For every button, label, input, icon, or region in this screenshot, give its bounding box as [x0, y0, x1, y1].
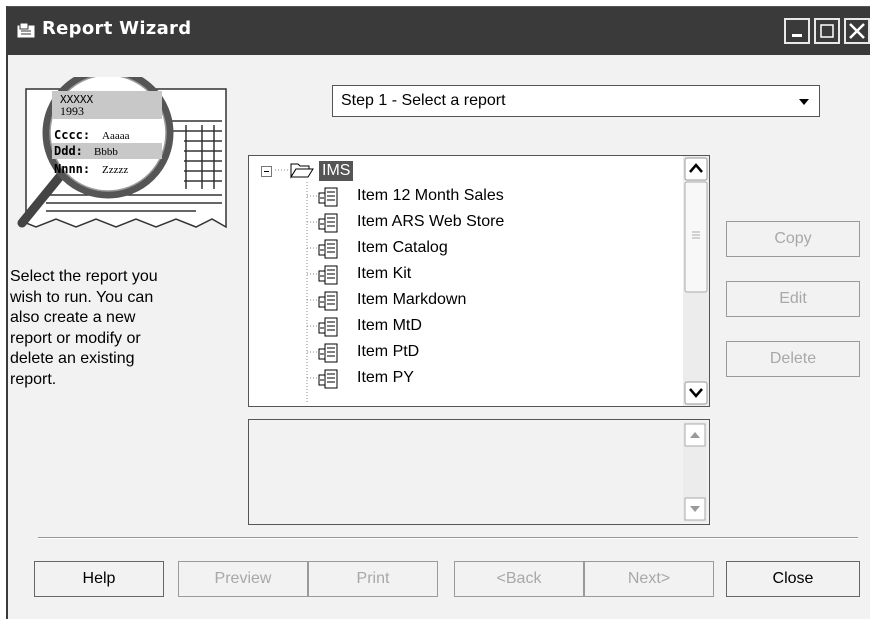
illus-row1-val: Aaaaa: [102, 130, 130, 142]
notes-scroll-up-icon: [684, 423, 706, 447]
next-button[interactable]: Next>: [584, 561, 714, 597]
edit-button[interactable]: Edit: [726, 281, 860, 317]
notes-scroll-down-icon: [684, 497, 706, 521]
scroll-down-arrow-icon: [684, 381, 708, 405]
tree-vertical-scrollbar[interactable]: [683, 156, 709, 406]
window-title: Report Wizard: [42, 18, 192, 39]
report-document-icon: [311, 368, 341, 395]
report-document-icon: [311, 186, 341, 213]
open-folder-icon: [289, 160, 315, 185]
report-document-icon: [311, 212, 341, 239]
minimize-button[interactable]: [784, 18, 810, 44]
description-line: wish to run. You can: [10, 288, 154, 306]
report-document-icon: [311, 290, 341, 317]
tree-item[interactable]: Item MtD: [301, 314, 681, 340]
description-line: delete an existing: [10, 350, 135, 367]
report-wizard-icon: [16, 21, 36, 44]
step-select-value: Step 1 - Select a report: [341, 92, 506, 109]
notes-scrollbar[interactable]: [683, 422, 707, 522]
illus-row2-val: Bbbb: [94, 146, 118, 158]
tree-item[interactable]: Item Catalog: [301, 236, 681, 262]
report-description-box[interactable]: [248, 419, 710, 525]
button-separator: [38, 537, 858, 539]
illus-row3-val: Zzzzz: [102, 164, 128, 176]
close-button[interactable]: Close: [726, 561, 860, 597]
description-line: report.: [10, 370, 57, 388]
tree-item-label: Item Catalog: [357, 239, 448, 256]
report-magnifier-illustration: XXXXX 1993 Cccc: Aaaaa Ddd: Bbbb Nnnn: Z…: [16, 67, 236, 252]
illus-line2: 1993: [60, 104, 84, 118]
chevron-down-icon[interactable]: [791, 88, 817, 114]
report-document-icon: [311, 342, 341, 369]
close-window-button[interactable]: [844, 18, 870, 44]
delete-button[interactable]: Delete: [726, 341, 860, 377]
collapse-minus-icon[interactable]: [261, 164, 272, 182]
wizard-description: Select the report you wish to run. You c…: [10, 267, 210, 390]
report-document-icon: [311, 316, 341, 343]
tree-item-label: Item 12 Month Sales: [357, 187, 504, 204]
preview-button[interactable]: Preview: [178, 561, 308, 597]
report-tree[interactable]: IMS 5 Item 12 Month Sales Item ARS Web S…: [248, 155, 710, 407]
tree-item[interactable]: Item ARS Web Store: [301, 210, 681, 236]
tree-item-label: Item PY: [357, 369, 414, 386]
report-document-icon: [311, 264, 341, 291]
step-select-dropdown[interactable]: Step 1 - Select a report: [332, 85, 820, 117]
scroll-thumb: [684, 181, 708, 293]
tree-item-label: Item ARS Web Store: [357, 213, 505, 230]
tree-item[interactable]: Item 12 Month Sales: [301, 184, 681, 210]
tree-item-label: Item PtD: [357, 343, 420, 360]
illus-row1-key: Cccc:: [54, 128, 90, 142]
report-wizard-window: Report Wizard XXXXX 1993 Cccc: Aaaaa Ddd…: [6, 6, 870, 619]
tree-item[interactable]: Item PtD: [301, 340, 681, 366]
description-line: report or modify or: [10, 329, 141, 347]
tree-item-label: Item Kit: [357, 265, 412, 282]
tree-item-label: Item MtD: [357, 317, 422, 334]
copy-button[interactable]: Copy: [726, 221, 860, 257]
title-bar[interactable]: Report Wizard: [8, 7, 870, 55]
illus-row3-key: Nnnn:: [54, 162, 90, 176]
back-button[interactable]: <Back: [454, 561, 584, 597]
scroll-up-arrow-icon: [684, 157, 708, 181]
description-line: also create a new: [10, 309, 136, 326]
help-button[interactable]: Help: [34, 561, 164, 597]
print-button[interactable]: Print: [308, 561, 438, 597]
maximize-button[interactable]: [814, 18, 840, 44]
tree-item[interactable]: Item Kit: [301, 262, 681, 288]
report-document-icon: [311, 238, 341, 265]
tree-item[interactable]: Item Markdown: [301, 288, 681, 314]
illus-row2-key: Ddd:: [54, 144, 83, 158]
tree-root-label: IMS 5: [319, 161, 354, 199]
description-line: Select the report you: [10, 268, 158, 285]
tree-item-label: Item Markdown: [357, 291, 467, 308]
tree-item[interactable]: Item PY: [301, 366, 681, 392]
